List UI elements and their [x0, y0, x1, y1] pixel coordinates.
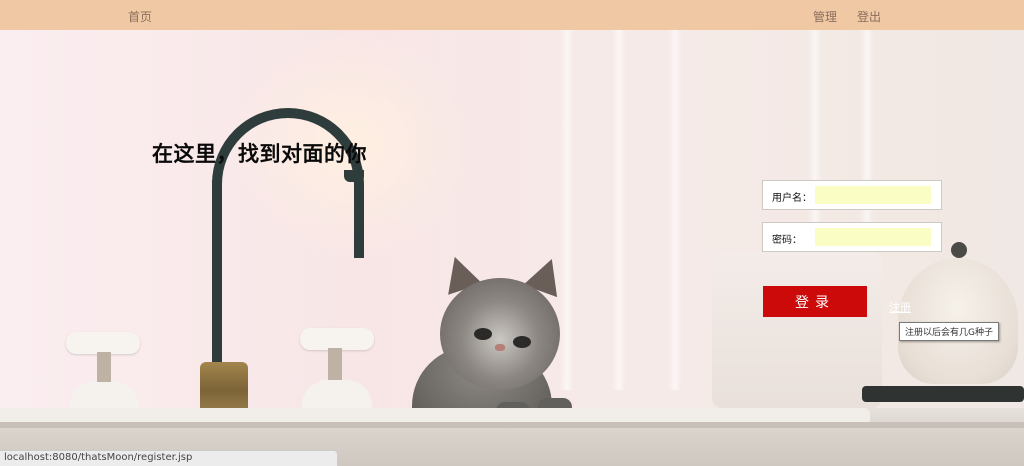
nav-logout-link[interactable]: 登出	[857, 8, 881, 25]
curtain-fold	[612, 30, 626, 390]
kettle	[898, 258, 1018, 384]
top-nav-bar: 首页 管理 登出	[0, 0, 1024, 30]
curtain-fold	[668, 30, 682, 390]
right-tap-handle	[300, 328, 374, 350]
kettle-knob	[951, 242, 967, 258]
browser-status-bar: localhost:8080/thatsMoon/register.jsp	[0, 450, 338, 466]
password-input[interactable]	[815, 228, 931, 246]
hero-headline: 在这里，找到对面的你	[152, 142, 367, 166]
faucet-pipe	[212, 180, 222, 370]
kitten-head	[440, 278, 560, 390]
register-link[interactable]: 注册	[889, 299, 911, 315]
curtain-fold	[560, 30, 574, 390]
username-input[interactable]	[815, 186, 931, 204]
right-tap-base	[302, 380, 372, 410]
username-field: 用户名：	[762, 180, 942, 210]
nav-home-link[interactable]: 首页	[128, 8, 152, 25]
status-url: localhost:8080/thatsMoon/register.jsp	[4, 452, 193, 463]
login-button[interactable]: 登录	[763, 286, 867, 317]
sink-rim	[0, 422, 1024, 428]
faucet-neck	[212, 108, 364, 258]
register-tooltip: 注册以后会有几G种子	[899, 322, 999, 341]
kitten-eye	[513, 336, 531, 348]
kitchen-appliance	[712, 252, 882, 408]
kitten-eye	[474, 328, 492, 340]
nav-manage-link[interactable]: 管理	[813, 8, 837, 25]
sink-edge	[0, 408, 870, 422]
stove-burner	[862, 386, 1024, 402]
password-label: 密码：	[772, 235, 802, 246]
faucet-spout	[344, 170, 364, 182]
password-field: 密码：	[762, 222, 942, 252]
username-label: 用户名：	[772, 193, 812, 204]
kitten-nose	[495, 344, 505, 351]
left-tap-handle	[66, 332, 140, 354]
